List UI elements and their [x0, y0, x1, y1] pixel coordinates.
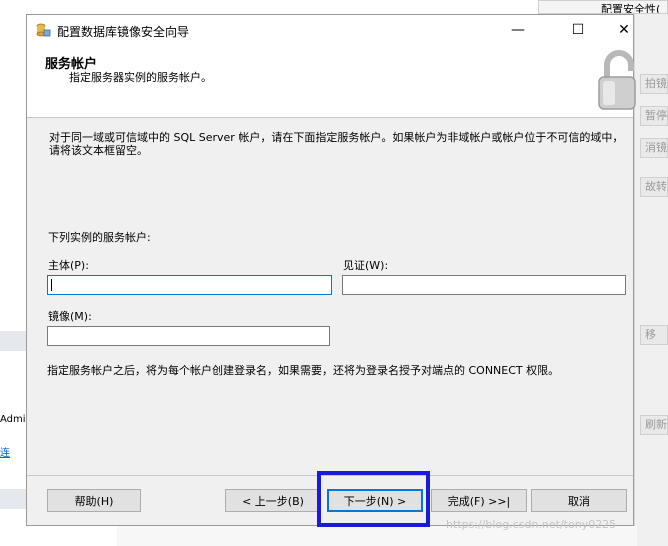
background-right-item-3[interactable]: 消镜: [640, 138, 668, 158]
database-icon: [36, 23, 51, 37]
lock-icon: [598, 50, 636, 110]
finish-button[interactable]: 完成(F) >>|: [431, 489, 527, 512]
background-left-selected-row-2: [0, 489, 26, 509]
next-button-highlight: [317, 471, 430, 527]
wizard-dialog: 配置数据库镜像安全向导 — ☐ ✕ 服务帐户 指定服务器实例的服务帐户。 对于同…: [26, 14, 636, 526]
section-label: 下列实例的服务帐户:: [48, 231, 151, 244]
watermark: https://blog.csdn.net/tony0225: [446, 518, 617, 531]
title-bar: 配置数据库镜像安全向导 — ☐ ✕: [27, 15, 633, 45]
back-button[interactable]: < 上一步(B): [225, 489, 321, 512]
background-left-link[interactable]: 连: [0, 444, 26, 459]
description-text: 对于同一域或可信域中的 SQL Server 帐户，请在下面指定服务帐户。如果帐…: [49, 131, 624, 157]
note-text: 指定服务帐户之后，将为每个帐户创建登录名，如果需要，还将为登录名授予对端点的 C…: [47, 364, 560, 377]
background-right-item-1[interactable]: 拍镜: [640, 74, 668, 94]
background-right-item-4[interactable]: 故转: [640, 177, 668, 197]
maximize-button[interactable]: ☐: [555, 15, 601, 45]
page-subtitle: 指定服务器实例的服务帐户。: [69, 71, 212, 84]
window-title: 配置数据库镜像安全向导: [57, 25, 190, 39]
help-button[interactable]: 帮助(H): [47, 489, 141, 512]
principal-input[interactable]: [47, 275, 332, 295]
close-button[interactable]: ✕: [601, 15, 647, 45]
background-right-item-6[interactable]: 刷新: [640, 415, 668, 435]
background-right-item-2[interactable]: 暂停: [640, 106, 668, 126]
mirror-label: 镜像(M):: [48, 310, 92, 323]
witness-input[interactable]: [342, 275, 626, 295]
mirror-input[interactable]: [47, 326, 330, 346]
background-left-text: Admi: [0, 414, 26, 425]
background-right-header: 配置安全性(: [538, 0, 668, 14]
page-header: 服务帐户 指定服务器实例的服务帐户。: [27, 45, 636, 118]
background-right-item-5[interactable]: 移: [640, 325, 668, 345]
cancel-button[interactable]: 取消: [531, 489, 627, 512]
background-left-selected-row: [0, 331, 26, 351]
witness-label: 见证(W):: [343, 259, 389, 272]
principal-label: 主体(P):: [48, 259, 89, 272]
minimize-button[interactable]: —: [495, 15, 541, 45]
background-left-panel: [0, 0, 26, 546]
